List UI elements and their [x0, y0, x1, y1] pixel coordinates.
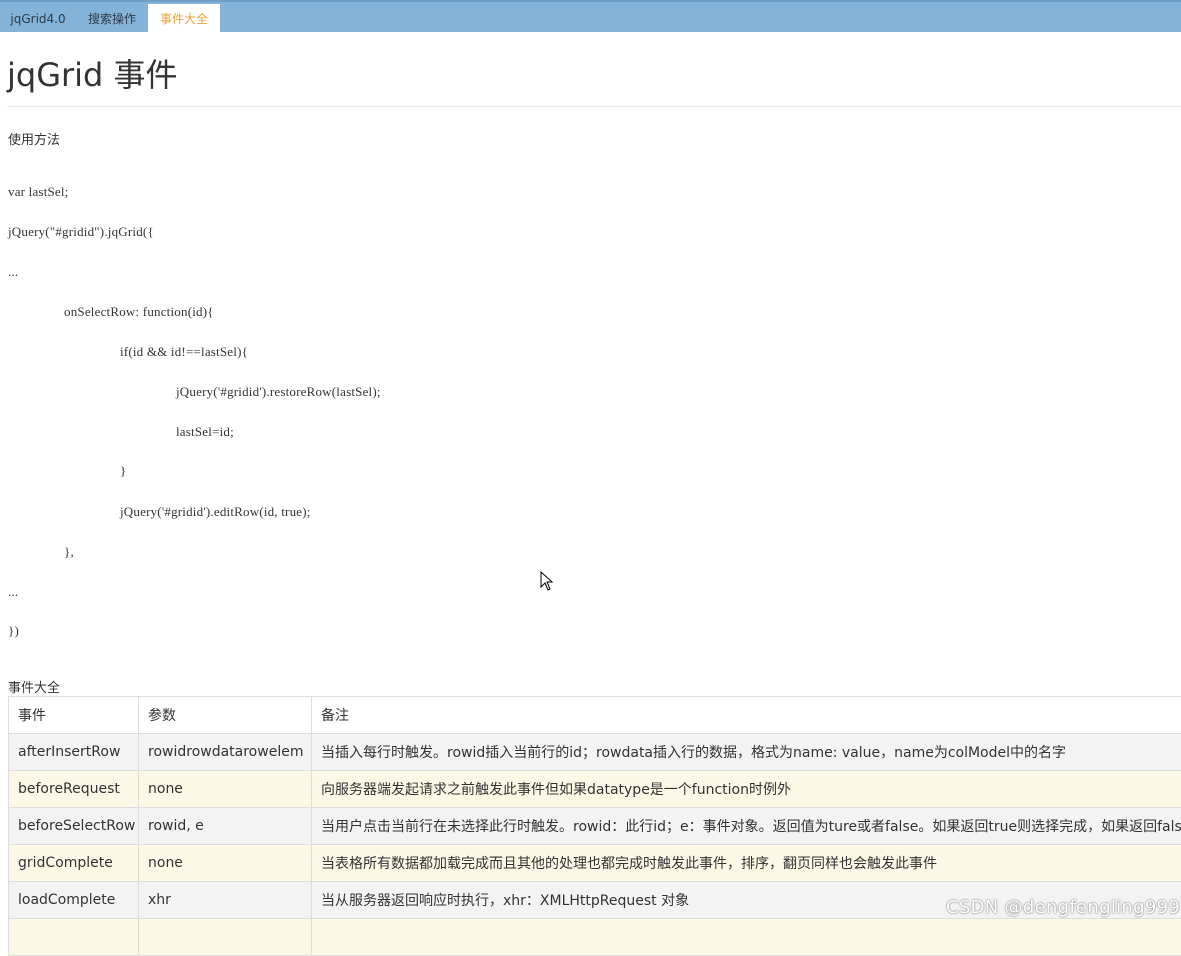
table-row: beforeSelectRow rowid, e 当用户点击当前行在未选择此行时… [9, 808, 1181, 845]
title-divider [7, 106, 1181, 107]
code-line: jQuery('#gridid').restoreRow(lastSel); [176, 384, 381, 400]
tab-events[interactable]: 事件大全 [148, 4, 220, 34]
event-name-cell: gridComplete [9, 845, 139, 882]
column-header-event: 事件 [9, 697, 139, 734]
tab-search-operations[interactable]: 搜索操作 [76, 4, 148, 34]
tab-jqgrid40[interactable]: jqGrid4.0 [0, 4, 76, 34]
params-cell: none [139, 771, 312, 808]
remarks-cell: 向服务器端发起请求之前触发此事件但如果datatype是一个function时例… [312, 771, 1181, 808]
params-cell [139, 919, 312, 956]
code-line: lastSel=id; [176, 424, 234, 440]
code-line: onSelectRow: function(id){ [64, 304, 214, 320]
code-line: ... [8, 264, 18, 280]
remarks-cell: 当表格所有数据都加载完成而且其他的处理也都完成时触发此事件，排序，翻页同样也会触… [312, 845, 1181, 882]
event-name-cell: beforeRequest [9, 771, 139, 808]
params-cell: none [139, 845, 312, 882]
arrow-cursor-icon [540, 571, 554, 591]
event-name-cell: loadComplete [9, 882, 139, 919]
event-name-cell [9, 919, 139, 956]
column-header-remarks: 备注 [312, 697, 1181, 734]
table-row: beforeRequest none 向服务器端发起请求之前触发此事件但如果da… [9, 771, 1181, 808]
column-header-params: 参数 [139, 697, 312, 734]
event-name-cell: afterInsertRow [9, 734, 139, 771]
table-header-row: 事件 参数 备注 [9, 697, 1181, 734]
code-line: jQuery("#gridid").jqGrid({ [8, 224, 154, 240]
code-line: var lastSel; [8, 184, 69, 200]
remarks-cell: 当用户点击当前行在未选择此行时触发。rowid：此行id；e：事件对象。返回值为… [312, 808, 1181, 845]
table-row: gridComplete none 当表格所有数据都加载完成而且其他的处理也都完… [9, 845, 1181, 882]
params-cell: xhr [139, 882, 312, 919]
table-row: afterInsertRow rowidrowdatarowelem 当插入每行… [9, 734, 1181, 771]
events-table-caption: 事件大全 [8, 677, 60, 696]
page-title: jqGrid 事件 [7, 50, 178, 96]
remarks-cell: 当插入每行时触发。rowid插入当前行的id；rowdata插入行的数据，格式为… [312, 734, 1181, 771]
usage-label: 使用方法 [8, 129, 60, 148]
params-cell: rowidrowdatarowelem [139, 734, 312, 771]
code-line: }) [8, 623, 19, 639]
code-line: ... [8, 584, 18, 600]
tab-bar: jqGrid4.0 搜索操作 事件大全 [0, 0, 1181, 32]
csdn-watermark: CSDN @dengfengling999 [946, 897, 1180, 918]
code-line: }, [64, 544, 74, 560]
code-line: if(id && id!==lastSel){ [120, 344, 248, 360]
params-cell: rowid, e [139, 808, 312, 845]
event-name-cell: beforeSelectRow [9, 808, 139, 845]
code-line: } [120, 463, 126, 479]
remarks-cell [312, 919, 1181, 956]
code-line: jQuery('#gridid').editRow(id, true); [120, 504, 311, 520]
table-row [9, 919, 1181, 956]
